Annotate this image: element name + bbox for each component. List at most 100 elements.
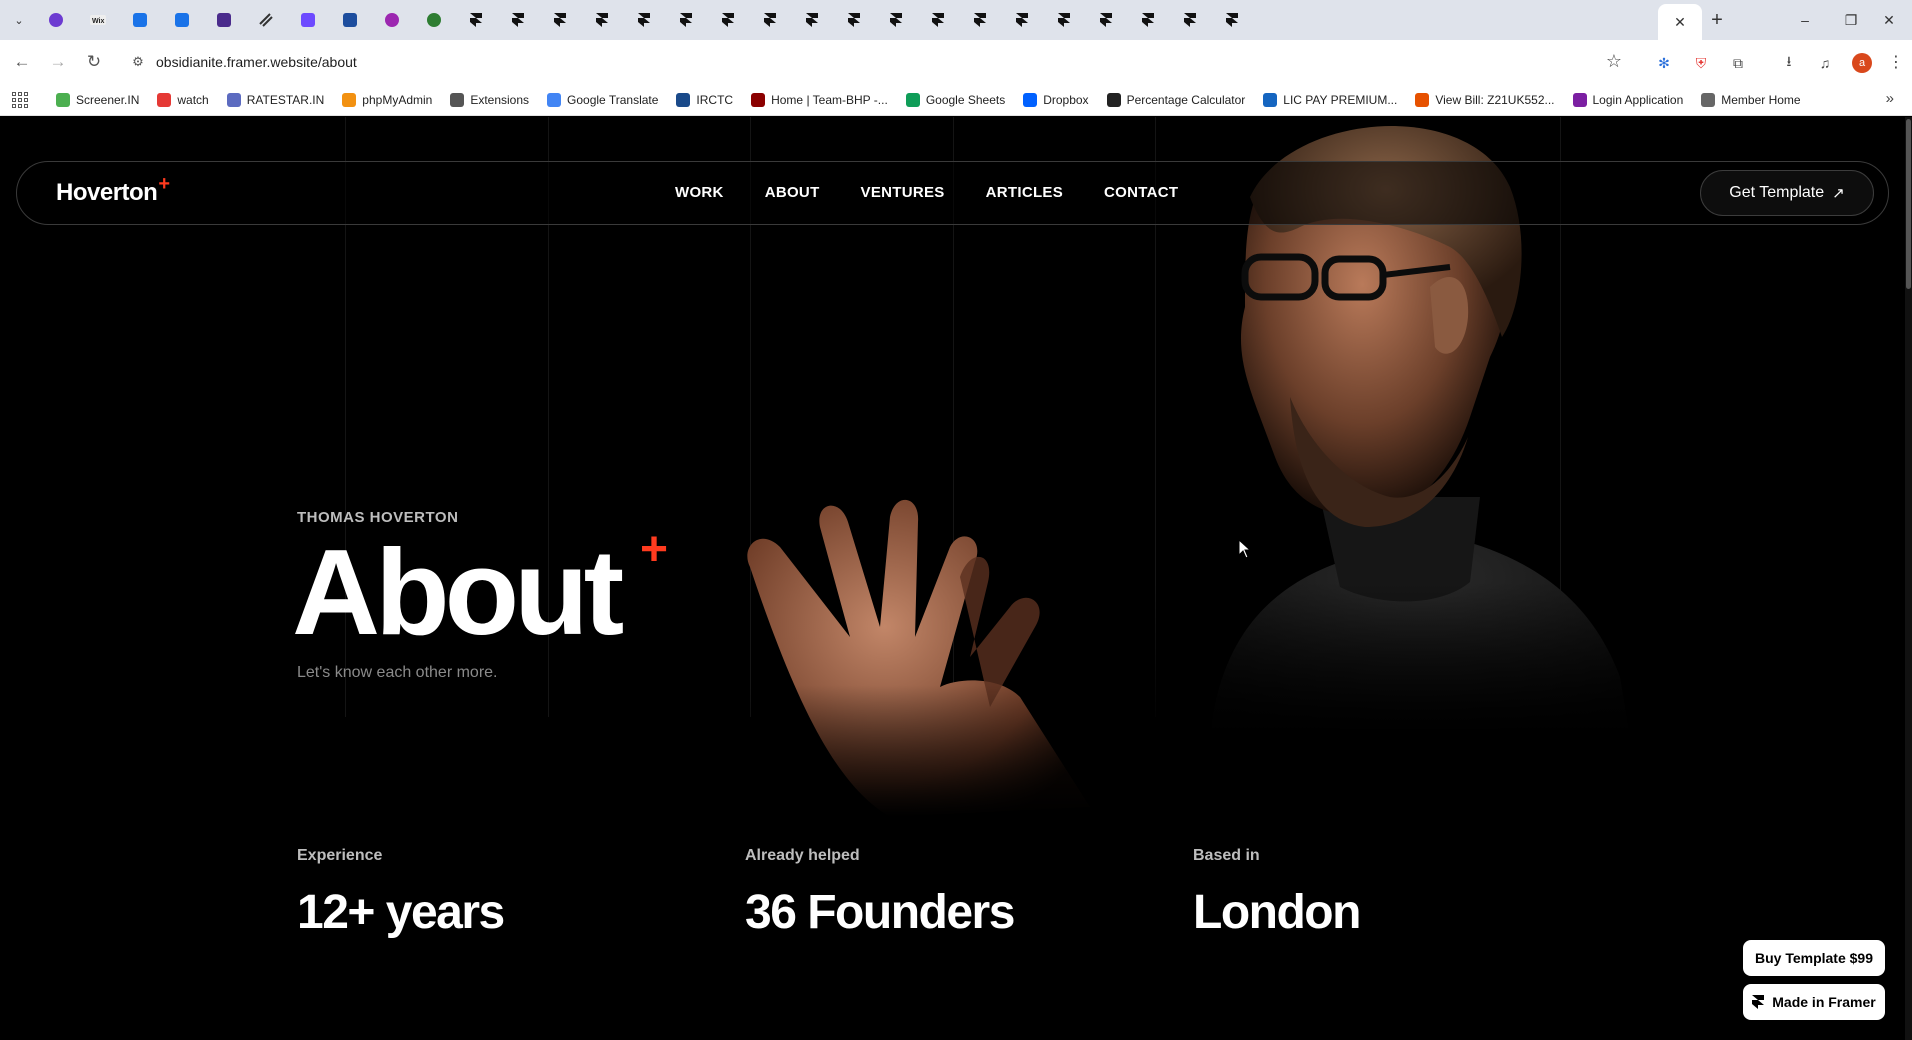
new-tab-icon[interactable]: + bbox=[1705, 8, 1729, 32]
scrollbar-thumb[interactable] bbox=[1906, 119, 1911, 289]
bookmarks-bar: Screener.IN watch RATESTAR.IN phpMyAdmin Ext… bbox=[0, 84, 1912, 116]
bookmark-label: Percentage Calculator bbox=[1126, 93, 1246, 107]
get-template-button[interactable]: Get Template ↗ bbox=[1700, 170, 1874, 216]
bookmark-favicon-icon bbox=[1023, 93, 1038, 107]
shield-extension-icon[interactable]: ⛨ bbox=[1690, 52, 1712, 74]
bookmarks-overflow-icon[interactable]: » bbox=[1886, 90, 1894, 107]
arrow-up-right-icon: ↗ bbox=[1832, 185, 1845, 202]
bookmark-item[interactable]: RATESTAR.IN bbox=[226, 90, 325, 110]
tab-favicon-icon[interactable] bbox=[674, 8, 698, 32]
bookmark-item[interactable]: IRCTC bbox=[676, 90, 733, 110]
made-in-framer-badge[interactable]: Made in Framer bbox=[1743, 984, 1885, 1020]
bookmark-item[interactable]: watch bbox=[157, 90, 209, 110]
tab-favicon-icon[interactable] bbox=[296, 8, 320, 32]
bookmark-favicon-icon bbox=[342, 93, 357, 107]
bookmark-item[interactable]: Dropbox bbox=[1023, 90, 1089, 110]
tab-favicon-icon[interactable] bbox=[1052, 8, 1076, 32]
buy-template-button[interactable]: Buy Template $99 bbox=[1743, 940, 1885, 976]
bookmark-label: phpMyAdmin bbox=[362, 93, 433, 107]
minimize-icon[interactable]: – bbox=[1782, 0, 1828, 40]
site-info-icon[interactable]: ⚙ bbox=[120, 54, 156, 70]
url-text[interactable]: obsidianite.framer.website/about bbox=[156, 54, 357, 70]
bookmark-star-icon[interactable]: ☆ bbox=[1606, 51, 1622, 72]
media-icon[interactable]: ♫ bbox=[1814, 52, 1836, 74]
tab-favicon-icon[interactable] bbox=[1010, 8, 1034, 32]
tab-favicon-icon[interactable] bbox=[506, 8, 530, 32]
profile-avatar[interactable]: a bbox=[1852, 53, 1872, 73]
address-bar[interactable]: ⚙ obsidianite.framer.website/about ☆ bbox=[120, 46, 1630, 78]
stat-location: Based in London bbox=[1193, 847, 1361, 940]
window-close-icon[interactable]: ✕ bbox=[1866, 0, 1912, 40]
stat-founders: Already helped 36 Founders bbox=[745, 847, 1015, 940]
bookmark-label: Extensions bbox=[470, 93, 530, 107]
tab-favicon-icon[interactable] bbox=[758, 8, 782, 32]
menu-kebab-icon[interactable]: ⋮ bbox=[1888, 52, 1904, 72]
extension-icon[interactable]: ✻ bbox=[1653, 52, 1675, 74]
tab-favicon-icon[interactable] bbox=[1094, 8, 1118, 32]
bookmark-item[interactable]: Member Home bbox=[1701, 90, 1801, 110]
bookmark-label: RATESTAR.IN bbox=[246, 93, 325, 107]
nav-item-contact[interactable]: CONTACT bbox=[1104, 184, 1178, 201]
bookmark-item[interactable]: Google Sheets bbox=[905, 90, 1005, 110]
back-icon[interactable]: ← bbox=[8, 48, 36, 76]
bookmark-label: View Bill: Z21UK552... bbox=[1435, 93, 1555, 107]
site-navbar: Hoverton+ WORK ABOUT VENTURES ARTICLES CONTA… bbox=[16, 161, 1889, 225]
tab-favicon-icon[interactable] bbox=[548, 8, 572, 32]
page-title: About bbox=[292, 524, 624, 660]
tab-favicon-icon[interactable] bbox=[716, 8, 740, 32]
bookmark-item[interactable]: LIC PAY PREMIUM... bbox=[1263, 90, 1397, 110]
tab-favicon-icon[interactable] bbox=[464, 8, 488, 32]
tab-favicon-icon[interactable] bbox=[632, 8, 656, 32]
tab-favicon-icon[interactable] bbox=[1220, 8, 1244, 32]
bookmark-item[interactable]: Screener.IN bbox=[56, 90, 139, 110]
download-icon[interactable]: ⭳ bbox=[1778, 52, 1800, 74]
forward-icon[interactable]: → bbox=[44, 48, 72, 76]
apps-grid-icon[interactable] bbox=[12, 92, 28, 108]
puzzle-icon[interactable]: ⧉ bbox=[1727, 52, 1749, 74]
nav-item-articles[interactable]: ARTICLES bbox=[986, 184, 1063, 201]
nav-item-about[interactable]: ABOUT bbox=[765, 184, 820, 201]
bookmark-item[interactable]: Google Translate bbox=[547, 90, 658, 110]
bookmark-favicon-icon bbox=[1415, 93, 1430, 107]
tab-favicon-icon[interactable] bbox=[212, 8, 236, 32]
tab-favicon-icon[interactable] bbox=[128, 8, 152, 32]
bookmark-list: Screener.IN watch RATESTAR.IN phpMyAdmin Ext… bbox=[56, 90, 1801, 110]
title-plus-mark: + bbox=[640, 523, 669, 576]
made-in-framer-label: Made in Framer bbox=[1772, 994, 1876, 1010]
tab-favicon-icon[interactable] bbox=[590, 8, 614, 32]
nav-item-ventures[interactable]: VENTURES bbox=[861, 184, 945, 201]
bookmark-favicon-icon bbox=[676, 93, 691, 107]
active-tab-close-icon[interactable]: ✕ bbox=[1658, 4, 1702, 40]
bookmark-item[interactable]: Login Application bbox=[1572, 90, 1684, 110]
bookmark-item[interactable]: Extensions bbox=[450, 90, 529, 110]
tab-favicon-icon[interactable] bbox=[842, 8, 866, 32]
stat-label: Already helped bbox=[745, 847, 860, 864]
tab-favicon-icon[interactable] bbox=[254, 8, 278, 32]
tab-favicon-icon[interactable] bbox=[338, 8, 362, 32]
bookmark-favicon-icon bbox=[56, 93, 70, 107]
nav-item-work[interactable]: WORK bbox=[675, 184, 724, 201]
bookmark-item[interactable]: Percentage Calculator bbox=[1106, 90, 1246, 110]
site-logo[interactable]: Hoverton+ bbox=[56, 173, 170, 207]
tab-favicon-icon[interactable] bbox=[926, 8, 950, 32]
bookmark-favicon-icon bbox=[547, 93, 562, 107]
mouse-cursor-icon bbox=[1238, 539, 1252, 559]
tab-favicon-icon[interactable] bbox=[968, 8, 992, 32]
bookmark-item[interactable]: phpMyAdmin bbox=[342, 90, 432, 110]
tab-favicon-icon[interactable] bbox=[422, 8, 446, 32]
bookmark-label: Login Application bbox=[1592, 93, 1684, 107]
tab-favicon-icon[interactable] bbox=[170, 8, 194, 32]
tab-favicon-icon[interactable] bbox=[380, 8, 404, 32]
tab-favicon-icon[interactable] bbox=[884, 8, 908, 32]
bookmark-item[interactable]: Home | Team-BHP -... bbox=[751, 90, 888, 110]
bookmark-label: watch bbox=[177, 93, 209, 107]
tab-favicon-icon[interactable]: Wix bbox=[86, 8, 110, 32]
tab-favicon-icon[interactable] bbox=[44, 8, 68, 32]
tab-favicon-icon[interactable] bbox=[1136, 8, 1160, 32]
bookmark-item[interactable]: View Bill: Z21UK552... bbox=[1415, 90, 1555, 110]
reload-icon[interactable]: ↻ bbox=[80, 48, 108, 76]
tab-search-icon[interactable]: ⌄ bbox=[8, 10, 30, 30]
bookmark-favicon-icon bbox=[905, 93, 920, 107]
tab-favicon-icon[interactable] bbox=[800, 8, 824, 32]
tab-favicon-icon[interactable] bbox=[1178, 8, 1202, 32]
